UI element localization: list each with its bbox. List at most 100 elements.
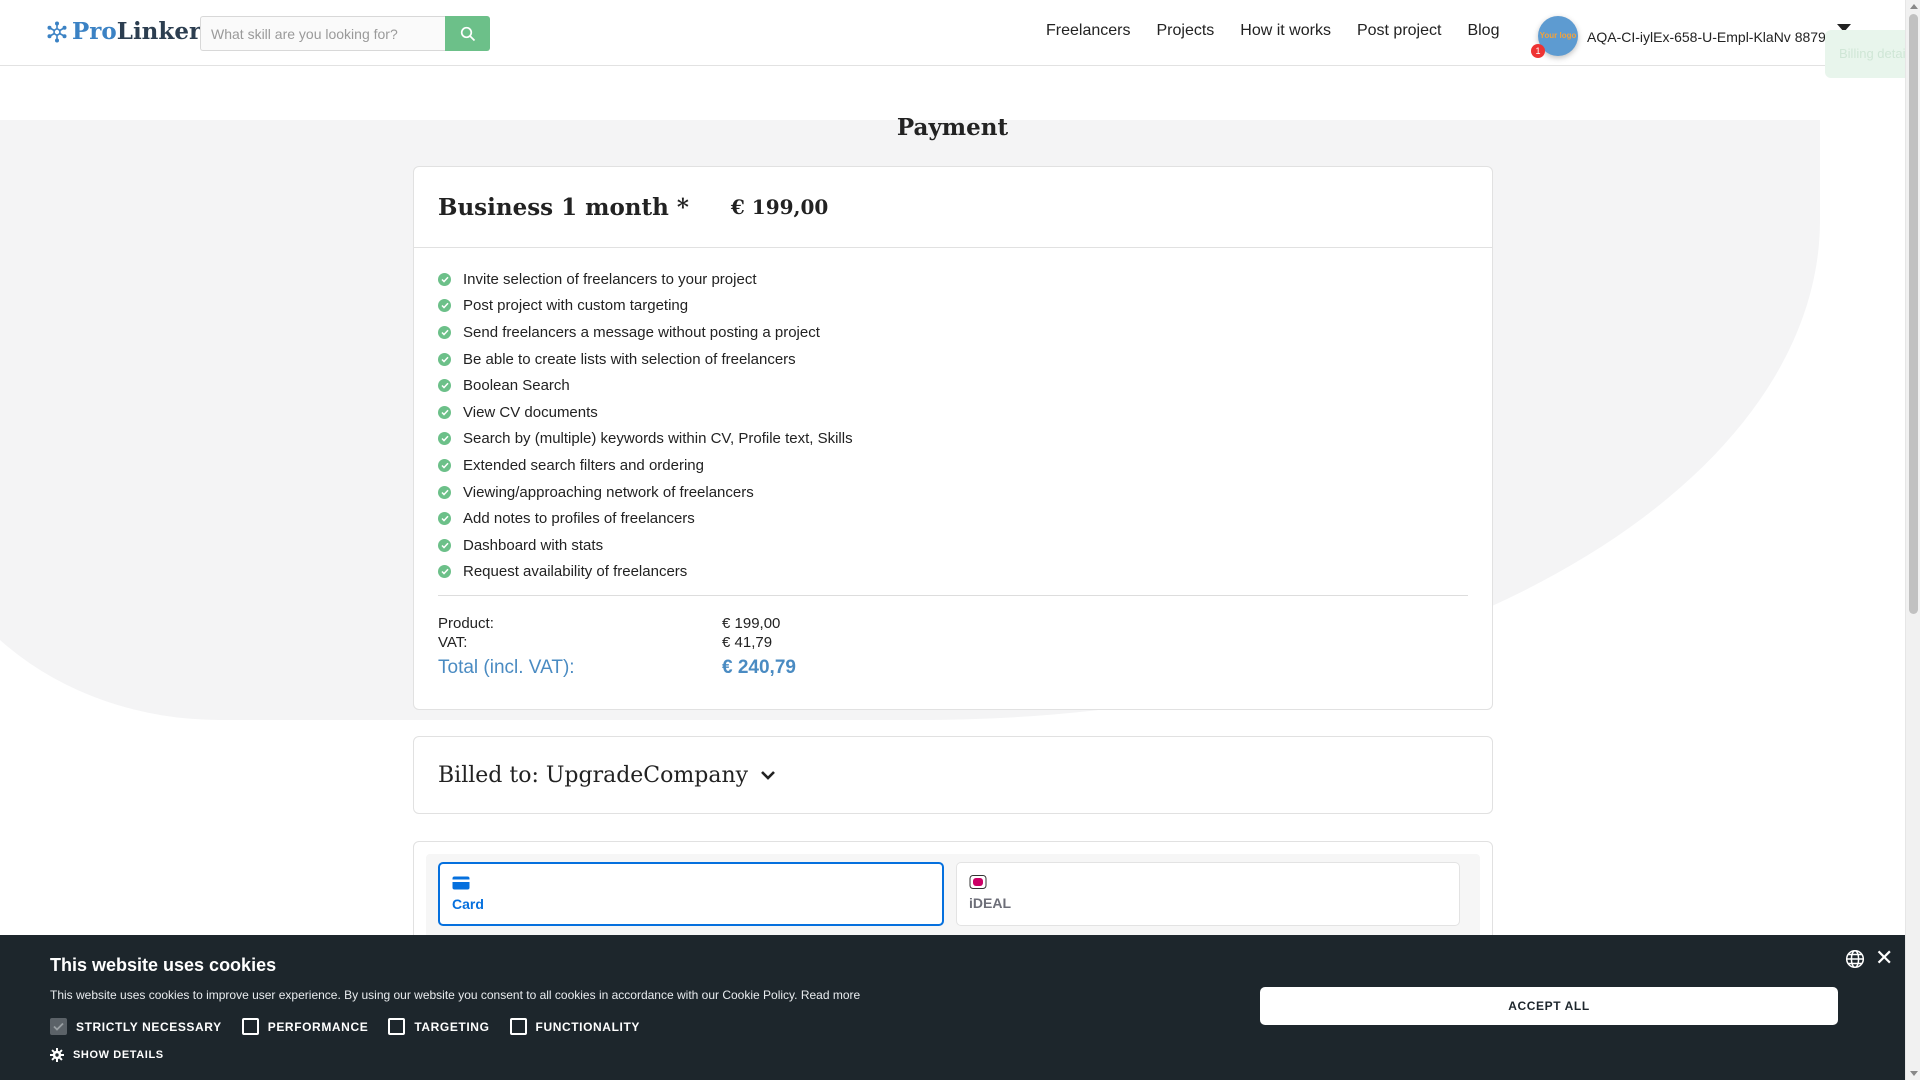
check-circle-icon [438, 352, 451, 366]
checkbox-strictly-necessary[interactable] [50, 1018, 67, 1035]
search-icon [460, 26, 475, 41]
nav-projects[interactable]: Projects [1156, 22, 1214, 40]
feature-item: View CV documents [438, 399, 1492, 426]
check-circle-icon [438, 485, 451, 499]
check-circle-icon [438, 405, 451, 419]
feature-text: Be able to create lists with selection o… [463, 350, 796, 368]
logo-text-pro: Pro [72, 18, 117, 45]
cookie-option-functionality[interactable]: FUNCTIONALITY [509, 1018, 640, 1035]
total-value: € 240,79 [722, 657, 796, 678]
skill-search-input[interactable] [200, 16, 445, 51]
checkbox-performance[interactable] [241, 1018, 259, 1035]
check-circle-icon [438, 538, 451, 552]
feature-list: Invite selection of freelancers to your … [414, 248, 1492, 585]
snowflake-icon [47, 21, 67, 42]
show-details-toggle[interactable]: SHOW DETAILS [50, 1048, 164, 1062]
feature-text: Extended search filters and ordering [463, 456, 704, 474]
cookie-option-targeting[interactable]: TARGETING [388, 1018, 489, 1035]
prolinker-logo[interactable]: Pro Linker [46, 18, 201, 45]
cookie-description: This website uses cookies to improve use… [50, 988, 860, 1002]
vat-label: VAT: [438, 634, 468, 651]
nav-freelancers[interactable]: Freelancers [1046, 22, 1130, 40]
show-details-label: SHOW DETAILS [73, 1049, 164, 1061]
logo-text-linker: Linker [116, 18, 202, 45]
feature-text: Search by (multiple) keywords within CV,… [463, 430, 853, 448]
check-circle-icon [438, 458, 451, 472]
scroll-down-arrow-icon[interactable] [1910, 1071, 1918, 1076]
plan-card: Business 1 month * € 199,00 Invite selec… [413, 166, 1493, 710]
price-totals: Product: € 199,00 VAT: € 41,79 Total (in… [438, 615, 796, 683]
feature-item: Post project with custom targeting [438, 293, 1492, 320]
product-label: Product: [438, 615, 494, 632]
total-row: Total (incl. VAT): € 240,79 [438, 657, 796, 683]
tab-card-label: Card [452, 896, 484, 912]
main-nav: Freelancers Projects How it works Post p… [1046, 22, 1499, 40]
page-scrollbar[interactable] [1905, 0, 1920, 1080]
feature-text: Boolean Search [463, 377, 570, 395]
feature-item: Boolean Search [438, 372, 1492, 399]
check-circle-icon [438, 272, 451, 286]
tab-ideal-label: iDEAL [969, 895, 1011, 911]
feature-item: Invite selection of freelancers to your … [438, 266, 1492, 293]
gear-icon [50, 1048, 64, 1062]
nav-how-it-works[interactable]: How it works [1240, 22, 1331, 40]
feature-text: Post project with custom targeting [463, 297, 689, 315]
cookie-description-text: This website uses cookies to improve use… [50, 988, 798, 1002]
feature-text: Invite selection of freelancers to your … [463, 270, 757, 288]
option-label: STRICTLY NECESSARY [76, 1019, 222, 1034]
vat-row: VAT: € 41,79 [438, 634, 796, 653]
cookie-option-performance[interactable]: PERFORMANCE [241, 1018, 369, 1035]
ideal-icon [969, 875, 987, 889]
scroll-up-arrow-icon[interactable] [1910, 4, 1918, 9]
accept-all-button[interactable]: ACCEPT ALL [1260, 987, 1838, 1025]
nav-post-project[interactable]: Post project [1357, 22, 1441, 40]
scrollbar-thumb[interactable] [1909, 14, 1918, 614]
feature-text: Viewing/approaching network of freelance… [463, 483, 754, 501]
total-label: Total (incl. VAT): [438, 657, 575, 678]
close-icon[interactable]: ✕ [1875, 947, 1893, 969]
feature-item: Be able to create lists with selection o… [438, 346, 1492, 373]
notification-badge: 1 [1531, 44, 1545, 58]
page-title: Payment [896, 114, 1009, 141]
feature-item: Dashboard with stats [438, 532, 1492, 559]
checkmark-icon [53, 1022, 64, 1031]
credit-card-icon [452, 876, 470, 890]
feature-text: Add notes to profiles of freelancers [463, 510, 695, 528]
globe-icon[interactable] [1845, 949, 1865, 969]
skill-search [200, 16, 490, 51]
checkbox-functionality[interactable] [509, 1018, 527, 1035]
feature-item: Send freelancers a message without posti… [438, 319, 1492, 346]
check-circle-icon [438, 432, 451, 446]
read-more-link[interactable]: Read more [801, 988, 860, 1002]
checkbox-targeting[interactable] [388, 1018, 406, 1035]
tab-ideal[interactable]: iDEAL [956, 862, 1460, 926]
plan-price: € 199,00 [730, 195, 829, 219]
cookie-option-strictly-necessary[interactable]: STRICTLY NECESSARY [50, 1018, 222, 1035]
check-circle-icon [438, 325, 451, 339]
feature-text: View CV documents [463, 403, 598, 421]
billing-details-tab[interactable]: Billing details [1825, 30, 1905, 78]
vat-value: € 41,79 [722, 634, 773, 651]
cookie-banner: This website uses cookies This website u… [0, 935, 1905, 1080]
option-label: TARGETING [414, 1019, 490, 1034]
feature-text: Request availability of freelancers [463, 563, 688, 581]
search-button[interactable] [445, 16, 490, 51]
tab-card[interactable]: Card [438, 862, 944, 926]
plan-header: Business 1 month * € 199,00 [414, 167, 1492, 248]
product-value: € 199,00 [722, 615, 781, 632]
feature-text: Dashboard with stats [463, 536, 604, 554]
totals-divider [438, 595, 1468, 597]
nav-blog[interactable]: Blog [1467, 22, 1499, 40]
feature-text: Send freelancers a message without posti… [463, 323, 820, 341]
feature-item: Request availability of freelancers [438, 559, 1492, 586]
billed-to-text: Billed to: UpgradeCompany [438, 762, 749, 788]
cookie-title: This website uses cookies [50, 955, 277, 975]
feature-item: Add notes to profiles of freelancers [438, 505, 1492, 532]
billed-to-card[interactable]: Billed to: UpgradeCompany [413, 736, 1493, 814]
chevron-down-icon[interactable] [760, 769, 776, 781]
product-row: Product: € 199,00 [438, 615, 796, 634]
user-name[interactable]: AQA-CI-iylEx-658-U-Empl-KlaNv 88797 [1587, 29, 1834, 45]
check-circle-icon [438, 565, 451, 579]
cookie-options: STRICTLY NECESSARY PERFORMANCE TARGETING… [50, 1018, 640, 1035]
check-circle-icon [438, 512, 451, 526]
